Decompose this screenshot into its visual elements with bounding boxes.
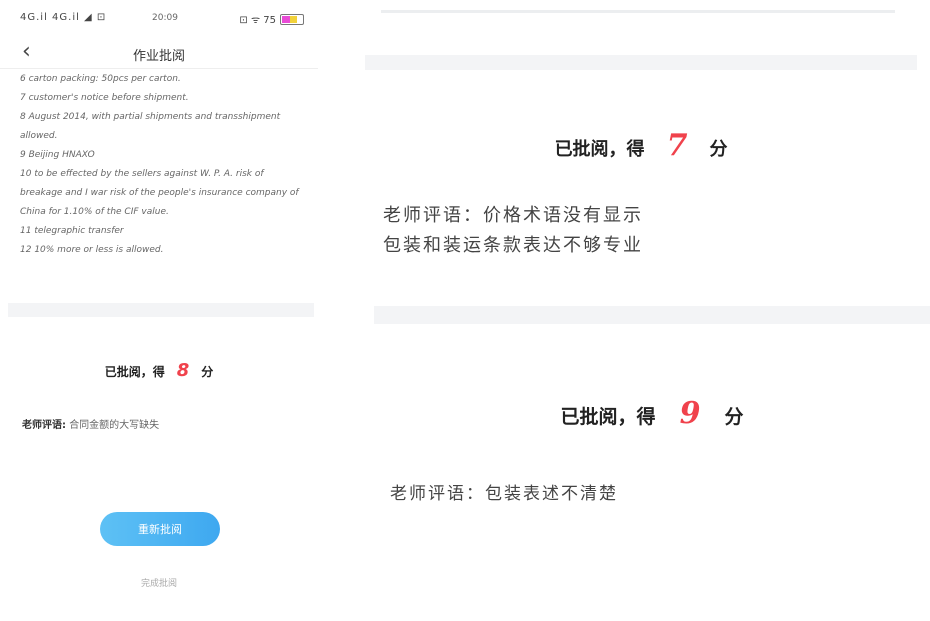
section-divider [8,303,314,317]
grade-prefix: 已批阅，得 [554,139,645,160]
grade-panel-7: 已批阅，得 7 分 老师评语：价格术语没有显示 包装和装运条款表达不够专业 [365,0,917,262]
answer-line: 6 carton packing: 50pcs per carton. [20,74,181,84]
scroll-edge [381,10,895,13]
signal-indicator: 4G.il 4G.il ◢ ⊡ [20,12,107,23]
section-divider [365,55,917,70]
answer-line: 9 Beijing HNAXO [20,150,95,160]
grade-result: 已批阅，得 9 分 [374,396,930,431]
grade-suffix: 分 [201,365,214,379]
answer-line: 8 August 2014, with partial shipments an… [20,112,281,141]
teacher-comment: 老师评语: 合同金额的大写缺失 [22,416,159,431]
grade-score: 8 [176,360,190,381]
battery-icon [280,13,304,25]
status-right: ⊡ ᯤ 75 [239,12,304,26]
answer-list: 6 carton packing: 50pcs per carton. 7 cu… [20,70,300,260]
answer-line: 10 to be effected by the sellers against… [20,169,299,217]
grade-result: 已批阅，得 8 分 [0,360,318,381]
teacher-comment-line-1: 老师评语：包装表述不清楚 [390,484,618,504]
teacher-comment-line-1: 老师评语：价格术语没有显示 [383,205,643,226]
status-bar: 4G.il 4G.il ◢ ⊡ 20:09 ⊡ ᯤ 75 [20,12,304,28]
grade-result: 已批阅，得 7 分 [365,128,917,163]
page-title: 作业批阅 [132,49,185,64]
status-icons: ⊡ ᯤ 75 [239,15,276,26]
teacher-comment-line-2: 包装和装运条款表达不够专业 [383,235,643,256]
comment-label: 老师评语: [22,420,66,431]
answer-line: 12 10% more or less is allowed. [20,245,164,255]
phone-screen: 4G.il 4G.il ◢ ⊡ 20:09 ⊡ ᯤ 75 ‹ 作业批阅 6 ca… [0,0,318,621]
nav-bar: ‹ 作业批阅 [0,38,318,69]
grade-score: 7 [666,128,688,163]
grade-score: 9 [679,396,701,431]
grade-prefix: 已批阅，得 [104,365,165,379]
grade-panel-9: 已批阅，得 9 分 老师评语：包装表述不清楚 [374,306,930,621]
grade-suffix: 分 [724,406,744,428]
regrade-button[interactable]: 重新批阅 [100,512,220,546]
answer-line: 11 telegraphic transfer [20,226,124,236]
comment-text: 合同金额的大写缺失 [69,420,160,431]
grade-prefix: 已批阅，得 [560,406,656,428]
finish-link[interactable]: 完成批阅 [0,576,318,589]
section-divider [374,306,930,324]
answer-line: 7 customer's notice before shipment. [20,93,189,103]
status-time: 20:09 [152,13,178,23]
grade-suffix: 分 [709,139,728,160]
